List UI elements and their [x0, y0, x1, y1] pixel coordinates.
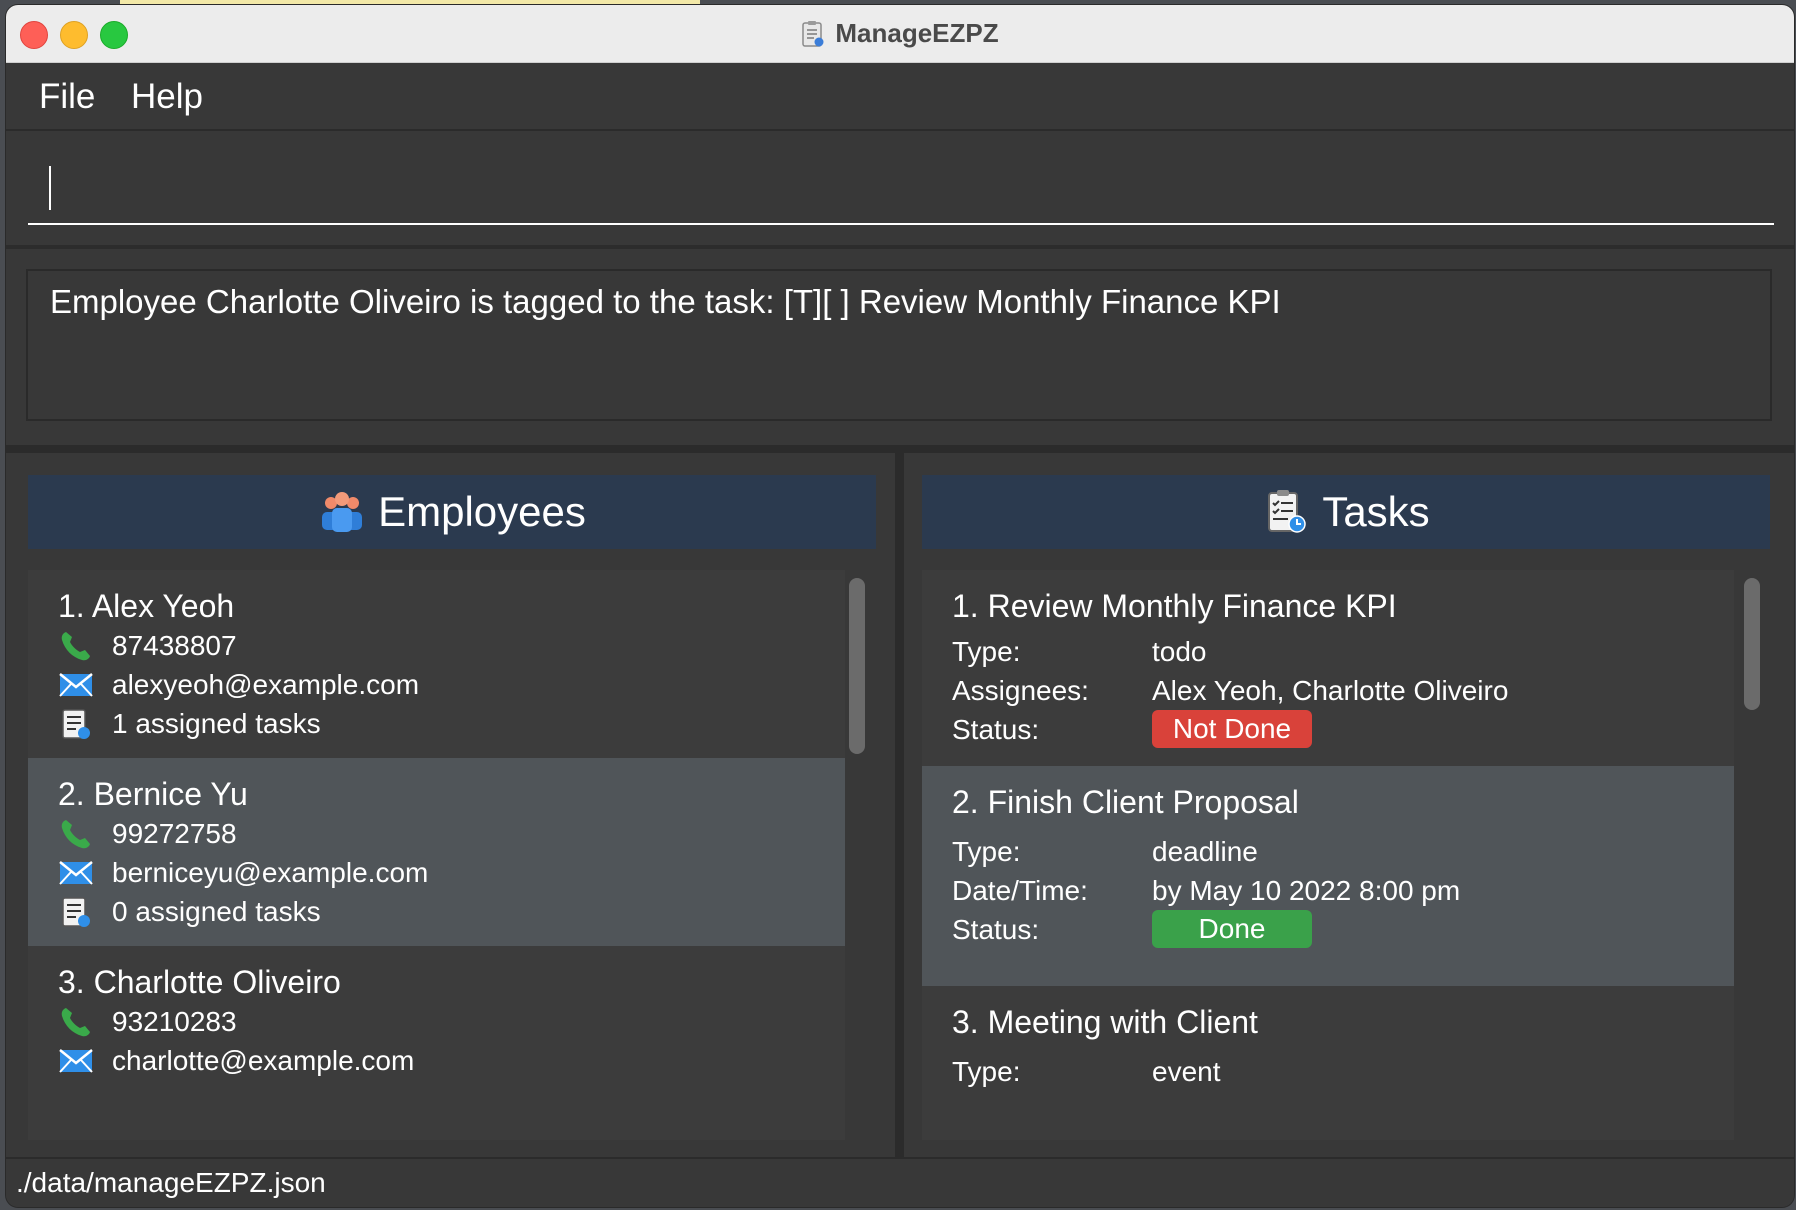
employee-index: 2.	[58, 776, 85, 812]
task-assignees-label: Assignees:	[952, 675, 1089, 706]
employee-phone: 93210283	[112, 1006, 237, 1037]
employee-tasks-row: 1 assigned tasks	[58, 706, 321, 742]
employee-assigned-tasks: 0 assigned tasks	[112, 896, 321, 927]
task-index: 3.	[952, 1004, 979, 1040]
employee-phone-row: 99272758	[58, 816, 237, 852]
task-name: Finish Client Proposal	[987, 784, 1299, 820]
status-badge-done: Done	[1152, 910, 1312, 948]
task-name-line: 2. Finish Client Proposal	[952, 784, 1299, 821]
employee-index: 3.	[58, 964, 85, 1000]
app-icon	[802, 20, 824, 47]
assigned-tasks-icon	[62, 709, 90, 739]
employee-email-row: berniceyu@example.com	[58, 855, 428, 891]
text-caret	[49, 166, 51, 210]
menu-file[interactable]: File	[39, 77, 95, 117]
task-status-label: Status:	[952, 714, 1040, 745]
employee-name: Charlotte Oliveiro	[93, 964, 341, 1000]
task-type-label: Type:	[952, 636, 1021, 667]
phone-icon	[61, 820, 90, 849]
task-status-label: Status:	[952, 914, 1040, 945]
employee-email: berniceyu@example.com	[112, 857, 429, 888]
task-name-line: 3. Meeting with Client	[952, 1004, 1258, 1041]
employee-email: alexyeoh@example.com	[112, 669, 420, 700]
task-type-value: todo	[1152, 636, 1207, 667]
employee-phone-row: 93210283	[58, 1004, 237, 1040]
data-file-path: ./data/manageEZPZ.json	[16, 1167, 326, 1198]
employee-email: charlotte@example.com	[112, 1045, 415, 1076]
tasks-panel: Tasks 1. Review Monthly Finance KPI Type…	[904, 453, 1794, 1157]
email-icon	[59, 673, 93, 697]
employee-phone-row: 87438807	[58, 628, 237, 664]
assigned-tasks-icon	[62, 897, 90, 927]
task-name: Review Monthly Finance KPI	[987, 588, 1397, 624]
task-type-label: Type:	[952, 1056, 1021, 1087]
task-scroll-thumb[interactable]	[1744, 578, 1760, 710]
task-index: 1.	[952, 588, 979, 624]
email-icon	[59, 861, 93, 885]
task-name: Meeting with Client	[987, 1004, 1258, 1040]
employee-phone: 99272758	[112, 818, 237, 849]
employee-assigned-tasks: 1 assigned tasks	[112, 708, 321, 739]
employees-icon	[322, 492, 363, 532]
title-bar: ManageEZPZ	[6, 5, 1794, 63]
task-card[interactable]: 2. Finish Client Proposal Type: deadline…	[922, 766, 1734, 986]
task-card[interactable]: 1. Review Monthly Finance KPI Type: todo…	[922, 570, 1734, 766]
result-display: Employee Charlotte Oliveiro is tagged to…	[26, 269, 1772, 421]
menu-bar: File Help	[6, 63, 1794, 131]
employee-card[interactable]: 2. Bernice Yu 99272758 berniceyu@example…	[28, 758, 845, 946]
employee-email-row: alexyeoh@example.com	[58, 667, 419, 703]
task-type-value: event	[1152, 1056, 1221, 1087]
result-display-area: Employee Charlotte Oliveiro is tagged to…	[6, 249, 1794, 445]
employee-tasks-row: 0 assigned tasks	[58, 894, 321, 930]
task-list[interactable]: 1. Review Monthly Finance KPI Type: todo…	[922, 570, 1770, 1140]
employees-header: Employees	[28, 475, 876, 549]
status-bar: ./data/manageEZPZ.json	[6, 1157, 1794, 1207]
window-title: ManageEZPZ	[835, 18, 999, 48]
task-type-value: deadline	[1152, 836, 1258, 867]
task-datetime-value: by May 10 2022 8:00 pm	[1152, 875, 1461, 906]
email-icon	[59, 1049, 93, 1073]
status-badge-not-done: Not Done	[1152, 710, 1312, 748]
employee-name-line: 3. Charlotte Oliveiro	[58, 964, 341, 1001]
employee-list[interactable]: 1. Alex Yeoh 87438807 alexyeoh@example.c…	[28, 570, 873, 1140]
phone-icon	[61, 1008, 90, 1037]
app-window: ManageEZPZ File Help Employee Charlotte …	[6, 5, 1794, 1207]
command-box-area	[6, 131, 1794, 249]
task-datetime-label: Date/Time:	[952, 875, 1088, 906]
employee-scroll-thumb[interactable]	[849, 578, 865, 754]
employees-panel: Employees 1. Alex Yeoh 87438807 alexyeoh…	[6, 453, 895, 1157]
phone-icon	[61, 632, 90, 661]
command-input[interactable]	[28, 147, 1774, 225]
tasks-header: Tasks	[922, 475, 1770, 549]
menu-help[interactable]: Help	[131, 77, 203, 117]
employee-card[interactable]: 1. Alex Yeoh 87438807 alexyeoh@example.c…	[28, 570, 845, 758]
tasks-icon	[1268, 490, 1307, 533]
employees-title: Employees	[378, 488, 586, 535]
task-list-scrollbar[interactable]	[1740, 570, 1764, 1140]
employee-phone: 87438807	[112, 630, 237, 661]
employee-name-line: 1. Alex Yeoh	[58, 588, 234, 625]
employee-name: Bernice Yu	[93, 776, 248, 812]
task-name-line: 1. Review Monthly Finance KPI	[952, 588, 1397, 625]
employee-card[interactable]: 3. Charlotte Oliveiro 93210283 charlotte…	[28, 946, 845, 1140]
employee-email-row: charlotte@example.com	[58, 1043, 414, 1079]
employee-index: 1.	[58, 588, 85, 624]
tasks-title: Tasks	[1322, 488, 1430, 535]
employee-name-line: 2. Bernice Yu	[58, 776, 248, 813]
employee-name: Alex Yeoh	[91, 588, 235, 624]
lists-area: Employees 1. Alex Yeoh 87438807 alexyeoh…	[6, 445, 1794, 1157]
task-type-label: Type:	[952, 836, 1021, 867]
task-card[interactable]: 3. Meeting with Client Type: event	[922, 986, 1734, 1140]
task-assignees-value: Alex Yeoh, Charlotte Oliveiro	[1152, 675, 1509, 706]
task-index: 2.	[952, 784, 979, 820]
employee-list-scrollbar[interactable]	[845, 570, 869, 1140]
result-message: Employee Charlotte Oliveiro is tagged to…	[50, 283, 1281, 320]
